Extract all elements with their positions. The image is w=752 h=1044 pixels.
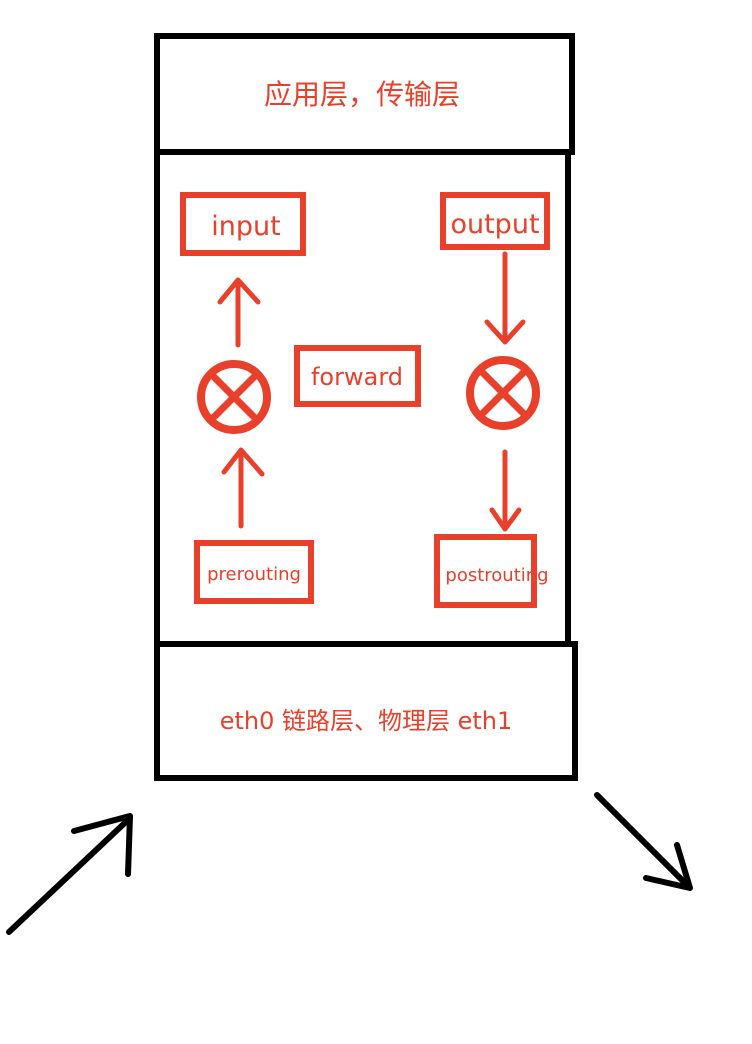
forward-chain: forward	[294, 345, 421, 407]
output-chain-label: output	[450, 209, 539, 240]
arrow-decision-to-postrouting	[489, 449, 522, 532]
incoming-arrow	[6, 813, 133, 935]
arrow-decision-to-input	[217, 277, 261, 348]
routing-decision-right-icon	[466, 356, 540, 430]
postrouting-chain: postrouting	[434, 534, 549, 608]
prerouting-chain-label: prerouting	[207, 564, 301, 585]
forward-chain-label: forward	[311, 363, 403, 391]
top-layer-label: 应用层，传输层	[264, 78, 460, 111]
routing-decision-left-icon	[197, 360, 271, 434]
bottom-layer-label: eth0 链路层、物理层 eth1	[220, 707, 513, 735]
postrouting-chain-label: postrouting	[445, 565, 548, 586]
output-chain: output	[440, 192, 550, 250]
netfilter-diagram: 应用层，传输层 eth0 链路层、物理层 eth1 input output f…	[6, 33, 693, 935]
input-chain-label: input	[211, 211, 280, 242]
prerouting-chain: prerouting	[194, 540, 314, 604]
arrow-output-to-decision	[484, 251, 526, 345]
outgoing-arrow	[594, 792, 693, 891]
arrow-prerouting-to-decision	[221, 447, 265, 529]
input-chain: input	[180, 192, 306, 256]
